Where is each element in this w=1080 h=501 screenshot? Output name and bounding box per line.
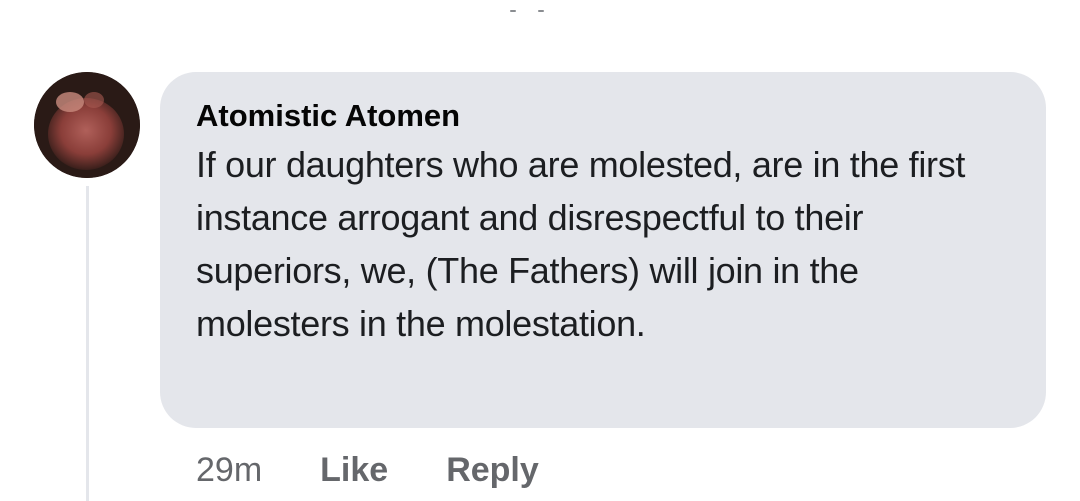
collapsed-indicator	[510, 6, 550, 16]
reply-button[interactable]: Reply	[446, 451, 539, 490]
comment-actions: 29m Like Reply	[196, 448, 539, 492]
comment-thread: Atomistic Atomen If our daughters who ar…	[0, 0, 1080, 501]
thread-connector-line	[86, 186, 89, 501]
comment-author[interactable]: Atomistic Atomen	[196, 96, 1016, 136]
comment-text: If our daughters who are molested, are i…	[196, 144, 966, 344]
comment-bubble: Atomistic Atomen If our daughters who ar…	[160, 72, 1046, 428]
avatar[interactable]	[34, 72, 140, 178]
profile-photo-icon	[34, 72, 140, 178]
comment-timestamp[interactable]: 29m	[196, 451, 262, 490]
like-button[interactable]: Like	[320, 451, 388, 490]
